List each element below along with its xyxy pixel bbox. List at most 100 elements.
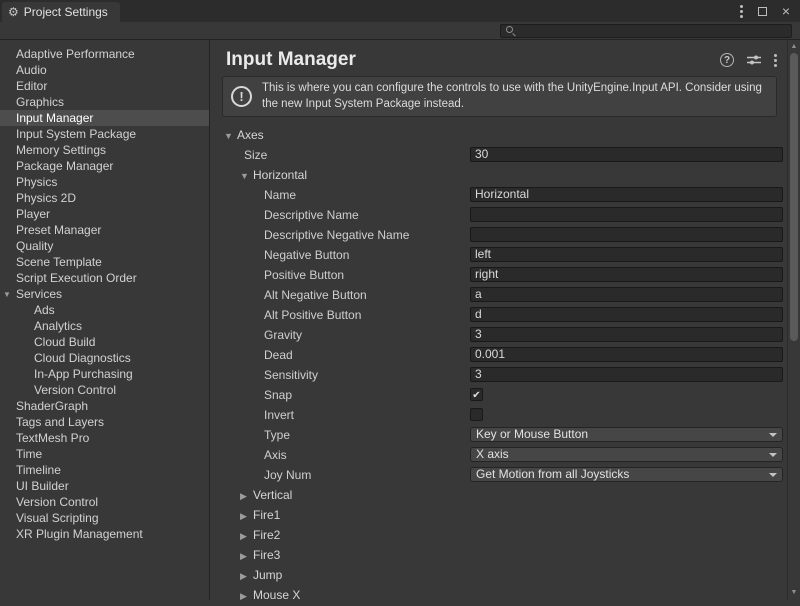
row-sensitivity: Sensitivity 3: [210, 365, 787, 385]
chevron-down-icon: [769, 433, 777, 437]
name-field[interactable]: Horizontal: [470, 187, 783, 202]
field-value: 0.001: [475, 347, 505, 361]
help-icon[interactable]: ?: [720, 53, 734, 67]
row-descriptive-name: Descriptive Name: [210, 205, 787, 225]
sidebar-item-in-app-purchasing[interactable]: In-App Purchasing: [0, 366, 209, 382]
foldout-closed-icon: ▶: [240, 526, 253, 546]
descriptive-negative-name-field[interactable]: [470, 227, 783, 242]
sidebar-item-version-control-service[interactable]: Version Control: [0, 382, 209, 398]
size-field[interactable]: 30: [470, 147, 783, 162]
sidebar-item-cloud-diagnostics[interactable]: Cloud Diagnostics: [0, 350, 209, 366]
axis-dropdown[interactable]: X axis: [470, 447, 783, 462]
sidebar-item-graphics[interactable]: Graphics: [0, 94, 209, 110]
type-dropdown[interactable]: Key or Mouse Button: [470, 427, 783, 442]
sidebar-item-memory-settings[interactable]: Memory Settings: [0, 142, 209, 158]
sidebar-item-physics[interactable]: Physics: [0, 174, 209, 190]
invert-checkbox[interactable]: ✔: [470, 408, 483, 421]
sidebar-item-textmesh-pro[interactable]: TextMesh Pro: [0, 430, 209, 446]
foldout-label: Fire2: [253, 528, 280, 542]
sidebar-item-analytics[interactable]: Analytics: [0, 318, 209, 334]
foldout-closed-icon: ▶: [240, 506, 253, 526]
sidebar-item-label: Version Control: [34, 383, 116, 397]
chevron-down-icon: [769, 453, 777, 457]
row-joy-num: Joy Num Get Motion from all Joysticks: [210, 465, 787, 485]
sidebar-item-cloud-build[interactable]: Cloud Build: [0, 334, 209, 350]
vertical-scrollbar[interactable]: ▲ ▼: [787, 40, 800, 600]
search-input[interactable]: [500, 24, 792, 38]
foldout-closed-icon: ▶: [240, 486, 253, 506]
positive-button-field[interactable]: right: [470, 267, 783, 282]
sidebar-item-package-manager[interactable]: Package Manager: [0, 158, 209, 174]
info-box: ! This is where you can configure the co…: [222, 76, 777, 117]
property-label: Alt Positive Button: [264, 308, 361, 322]
sidebar-item-visual-scripting[interactable]: Visual Scripting: [0, 510, 209, 526]
sidebar-item-player[interactable]: Player: [0, 206, 209, 222]
vertical-foldout[interactable]: ▶Vertical: [210, 485, 787, 505]
sensitivity-field[interactable]: 3: [470, 367, 783, 382]
jump-foldout[interactable]: ▶Jump: [210, 565, 787, 585]
fire3-foldout[interactable]: ▶Fire3: [210, 545, 787, 565]
foldout-label: Fire1: [253, 508, 280, 522]
row-dead: Dead 0.001: [210, 345, 787, 365]
sidebar-item-tags-and-layers[interactable]: Tags and Layers: [0, 414, 209, 430]
fire1-foldout[interactable]: ▶Fire1: [210, 505, 787, 525]
sidebar-item-label: Cloud Diagnostics: [34, 351, 131, 365]
foldout-open-icon: ▼: [3, 287, 11, 303]
sidebar-item-script-execution-order[interactable]: Script Execution Order: [0, 270, 209, 286]
sidebar-item-timeline[interactable]: Timeline: [0, 462, 209, 478]
scroll-up-icon[interactable]: ▲: [788, 43, 800, 51]
sidebar-item-services[interactable]: ▼ Services: [0, 286, 209, 302]
tab-project-settings[interactable]: ⚙ Project Settings: [2, 2, 120, 22]
sidebar-item-label: Player: [16, 207, 50, 221]
sidebar-item-physics-2d[interactable]: Physics 2D: [0, 190, 209, 206]
sidebar-item-shadergraph[interactable]: ShaderGraph: [0, 398, 209, 414]
scroll-down-icon[interactable]: ▼: [788, 589, 800, 597]
field-value: left: [475, 247, 491, 261]
horizontal-foldout[interactable]: ▼Horizontal: [210, 165, 787, 185]
gravity-field[interactable]: 3: [470, 327, 783, 342]
sidebar-item-adaptive-performance[interactable]: Adaptive Performance: [0, 46, 209, 62]
presets-icon[interactable]: [747, 54, 761, 66]
sidebar-item-editor[interactable]: Editor: [0, 78, 209, 94]
sidebar-item-input-manager[interactable]: Input Manager: [0, 110, 209, 126]
sidebar-item-xr-plugin-management[interactable]: XR Plugin Management: [0, 526, 209, 542]
joy-num-dropdown[interactable]: Get Motion from all Joysticks: [470, 467, 783, 482]
alt-positive-button-field[interactable]: d: [470, 307, 783, 322]
snap-checkbox[interactable]: ✔: [470, 388, 483, 401]
dead-field[interactable]: 0.001: [470, 347, 783, 362]
property-label: Gravity: [264, 328, 302, 342]
dropdown-value: X axis: [476, 447, 509, 461]
descriptive-name-field[interactable]: [470, 207, 783, 222]
page-title: Input Manager: [226, 49, 356, 71]
sidebar-item-ads[interactable]: Ads: [0, 302, 209, 318]
alt-negative-button-field[interactable]: a: [470, 287, 783, 302]
axes-foldout[interactable]: ▼Axes: [210, 125, 787, 145]
panel-menu-icon[interactable]: [774, 54, 777, 67]
maximize-icon[interactable]: [758, 7, 767, 16]
foldout-closed-icon: ▶: [240, 546, 253, 566]
fire2-foldout[interactable]: ▶Fire2: [210, 525, 787, 545]
sidebar-item-ui-builder[interactable]: UI Builder: [0, 478, 209, 494]
field-value: 30: [475, 147, 488, 161]
mouse-x-foldout[interactable]: ▶Mouse X: [210, 585, 787, 605]
sidebar-item-scene-template[interactable]: Scene Template: [0, 254, 209, 270]
row-descriptive-negative-name: Descriptive Negative Name: [210, 225, 787, 245]
close-icon[interactable]: ×: [782, 4, 790, 18]
negative-button-field[interactable]: left: [470, 247, 783, 262]
row-alt-positive-button: Alt Positive Button d: [210, 305, 787, 325]
foldout-label: Fire3: [253, 548, 280, 562]
sidebar-item-version-control[interactable]: Version Control: [0, 494, 209, 510]
scrollbar-thumb[interactable]: [790, 53, 798, 341]
sidebar-item-audio[interactable]: Audio: [0, 62, 209, 78]
window-menu-icon[interactable]: [740, 5, 743, 18]
foldout-open-icon: ▼: [240, 166, 253, 186]
sidebar-item-preset-manager[interactable]: Preset Manager: [0, 222, 209, 238]
sidebar-item-label: Services: [16, 287, 62, 301]
sidebar-item-label: ShaderGraph: [16, 399, 88, 413]
sidebar-item-label: Editor: [16, 79, 47, 93]
sidebar-item-label: Tags and Layers: [16, 415, 104, 429]
sidebar-item-input-system-package[interactable]: Input System Package: [0, 126, 209, 142]
sidebar-item-time[interactable]: Time: [0, 446, 209, 462]
sidebar-item-quality[interactable]: Quality: [0, 238, 209, 254]
row-size: Size 30: [210, 145, 787, 165]
